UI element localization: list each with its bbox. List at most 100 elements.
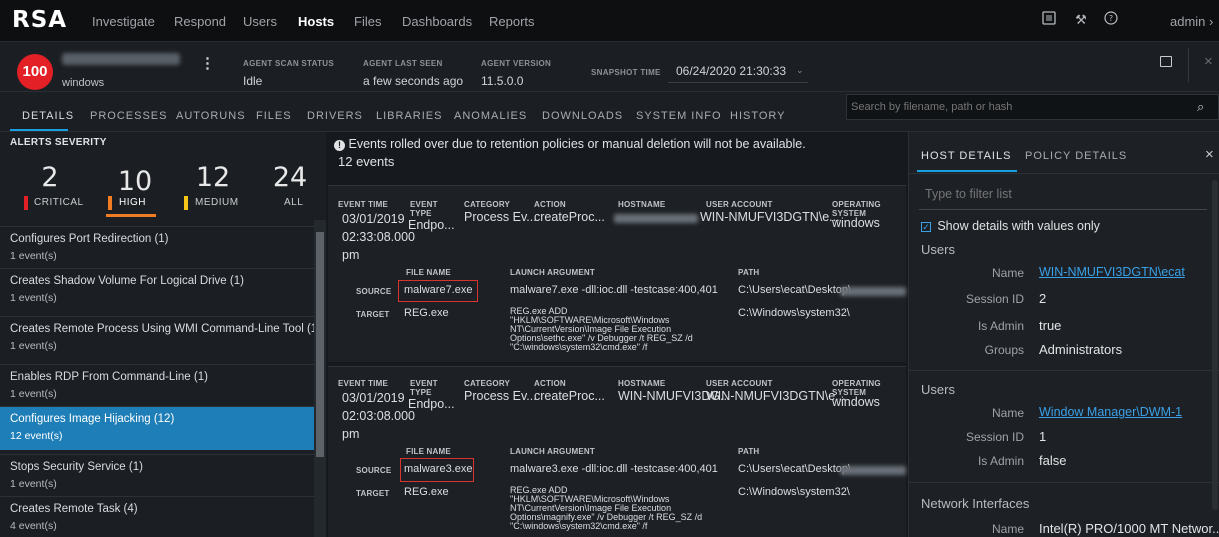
alerts-severity-title: ALERTS SEVERITY bbox=[10, 137, 107, 148]
tab-system-info[interactable]: SYSTEM INFO bbox=[636, 110, 722, 122]
medium-count[interactable]: 12 bbox=[183, 162, 243, 193]
tab-host-details[interactable]: HOST DETAILS bbox=[921, 150, 1011, 162]
source-path: C:\Users\ecat\Desktop\ bbox=[738, 463, 852, 475]
col-event-type: EVENT TYPE bbox=[410, 200, 438, 218]
divider bbox=[909, 173, 1219, 174]
source-launch-argument: malware3.exe -dll:ioc.dll -testcase:400,… bbox=[510, 463, 718, 475]
help-icon[interactable]: ? bbox=[1102, 11, 1120, 29]
alert-item[interactable]: Creates Remote Task (4) 4 event(s) bbox=[0, 496, 314, 536]
target-file-name: REG.exe bbox=[404, 486, 449, 498]
panel-toggle-icon[interactable] bbox=[1160, 56, 1172, 67]
tab-history[interactable]: HISTORY bbox=[730, 110, 786, 122]
search-input[interactable] bbox=[851, 98, 1181, 116]
tab-libraries[interactable]: LIBRARIES bbox=[376, 110, 442, 122]
source-label: SOURCE bbox=[356, 466, 392, 475]
agent-version-value: 11.5.0.0 bbox=[481, 74, 524, 88]
event-type: Endpo... bbox=[408, 397, 455, 411]
snapshot-label: SNAPSHOT TIME bbox=[591, 68, 661, 77]
details-scrollbar[interactable] bbox=[1212, 180, 1218, 510]
all-count[interactable]: 24 bbox=[260, 162, 320, 193]
tools-icon[interactable]: ⚒ bbox=[1072, 11, 1090, 29]
alert-item-selected[interactable]: Configures Image Hijacking (12) 12 event… bbox=[0, 406, 314, 450]
scan-status-label: AGENT SCAN STATUS bbox=[243, 59, 335, 68]
critical-count[interactable]: 2 bbox=[20, 162, 80, 193]
tab-policy-details[interactable]: POLICY DETAILS bbox=[1025, 150, 1127, 162]
tab-details[interactable]: DETAILS bbox=[22, 110, 74, 122]
nav-investigate[interactable]: Investigate bbox=[92, 14, 155, 29]
event-action: createProc... bbox=[534, 389, 605, 403]
tab-downloads[interactable]: DOWNLOADS bbox=[542, 110, 623, 122]
snapshot-select[interactable]: 06/24/2020 21:30:33 ⌄ bbox=[668, 58, 808, 83]
close-icon[interactable]: × bbox=[1204, 53, 1213, 70]
target-label: TARGET bbox=[356, 489, 390, 498]
tab-drivers[interactable]: DRIVERS bbox=[307, 110, 363, 122]
filter-input[interactable] bbox=[925, 184, 1195, 204]
alerts-panel: ALERTS SEVERITY 2 CRITICAL 10 HIGH 12 ME… bbox=[0, 132, 326, 537]
user-name: admin bbox=[1170, 14, 1206, 29]
alert-item[interactable]: Configures Port Redirection (1) 1 event(… bbox=[0, 226, 314, 266]
row-value: 1 bbox=[1039, 429, 1047, 444]
target-file-name: REG.exe bbox=[404, 307, 449, 319]
high-count[interactable]: 10 bbox=[105, 166, 165, 197]
host-os: windows bbox=[62, 77, 105, 89]
host-summary-bar: 100 windows ⋮ AGENT SCAN STATUS Idle AGE… bbox=[0, 42, 1219, 92]
event-type: Endpo... bbox=[408, 218, 455, 232]
all-label: ALL bbox=[284, 197, 304, 208]
last-seen-label: AGENT LAST SEEN bbox=[363, 59, 443, 68]
alert-item[interactable]: Enables RDP From Command-Line (1) 1 even… bbox=[0, 364, 314, 404]
row-label: Session ID bbox=[965, 430, 1024, 444]
more-options-icon[interactable]: ⋮ bbox=[200, 54, 215, 72]
nav-reports[interactable]: Reports bbox=[489, 14, 535, 29]
nav-hosts[interactable]: Hosts bbox=[298, 14, 334, 29]
nav-users[interactable]: Users bbox=[243, 14, 277, 29]
alert-item[interactable]: Creates Remote Process Using WMI Command… bbox=[0, 316, 321, 356]
search-box[interactable]: ⌕ bbox=[846, 94, 1219, 120]
search-icon[interactable]: ⌕ bbox=[1197, 99, 1204, 115]
event-user-account: WIN-NMUFVI3DGTN\e... bbox=[706, 389, 846, 403]
col-event-time: EVENT TIME bbox=[338, 379, 389, 388]
alert-item[interactable]: Creates Shadow Volume For Logical Drive … bbox=[0, 268, 314, 308]
chevron-down-icon: ⌄ bbox=[796, 65, 804, 75]
show-values-only[interactable]: ✓ Show details with values only bbox=[921, 219, 1100, 233]
risk-score-badge[interactable]: 100 bbox=[17, 54, 53, 90]
launch-line: "C:\windows\system32\cmd.exe" /f bbox=[510, 521, 648, 531]
col-path: PATH bbox=[738, 447, 760, 456]
user-menu[interactable]: admin › bbox=[1170, 14, 1213, 29]
filter-box[interactable] bbox=[919, 180, 1207, 210]
high-label: HIGH bbox=[119, 197, 146, 208]
nav-files[interactable]: Files bbox=[354, 14, 381, 29]
nav-dashboards[interactable]: Dashboards bbox=[402, 14, 472, 29]
target-path: C:\Windows\system32\ bbox=[738, 307, 850, 319]
alert-title: Enables RDP From Command-Line (1) bbox=[10, 371, 208, 383]
col-launch-argument: LAUNCH ARGUMENT bbox=[510, 268, 595, 277]
user-name-link[interactable]: WIN-NMUFVI3DGTN\ecat bbox=[1039, 265, 1185, 279]
alert-title: Configures Port Redirection (1) bbox=[10, 233, 169, 245]
nav-respond[interactable]: Respond bbox=[174, 14, 226, 29]
target-launch-argument: REG.exe ADD "HKLM\SOFTWARE\Microsoft\Win… bbox=[510, 486, 702, 531]
tab-anomalies[interactable]: ANOMALIES bbox=[454, 110, 527, 122]
user-name-link[interactable]: Window Manager\DWM-1 bbox=[1039, 405, 1182, 419]
source-launch-argument: malware7.exe -dll:ioc.dll -testcase:400,… bbox=[510, 284, 718, 296]
retention-notice: ! Events rolled over due to retention po… bbox=[334, 137, 806, 151]
queue-icon[interactable] bbox=[1040, 11, 1058, 29]
close-icon[interactable]: × bbox=[1205, 146, 1214, 163]
alert-count: 1 event(s) bbox=[10, 250, 57, 262]
last-seen-value: a few seconds ago bbox=[363, 74, 464, 88]
tab-autoruns[interactable]: AUTORUNS bbox=[176, 110, 246, 122]
tab-files[interactable]: FILES bbox=[256, 110, 292, 122]
launch-line: "C:\windows\system32\cmd.exe" /f bbox=[510, 342, 648, 352]
target-label: TARGET bbox=[356, 310, 390, 319]
active-tab-indicator bbox=[917, 170, 1017, 172]
tab-processes[interactable]: PROCESSES bbox=[90, 110, 167, 122]
alerts-scrollbar-thumb[interactable] bbox=[316, 232, 324, 457]
event-card[interactable]: EVENT TIME EVENT TYPE CATEGORY ACTION HO… bbox=[328, 366, 906, 537]
col-category: CATEGORY bbox=[464, 379, 511, 388]
alert-title: Creates Shadow Volume For Logical Drive … bbox=[10, 275, 244, 287]
section-title: Users bbox=[921, 382, 955, 397]
col-action: ACTION bbox=[534, 200, 566, 209]
alert-item[interactable]: Stops Security Service (1) 1 event(s) bbox=[0, 454, 314, 494]
info-icon: ! bbox=[334, 140, 345, 151]
event-card[interactable]: EVENT TIME EVENT TYPE CATEGORY ACTION HO… bbox=[328, 185, 906, 362]
alert-count: 1 event(s) bbox=[10, 478, 57, 490]
checkbox-checked-icon[interactable]: ✓ bbox=[921, 221, 931, 232]
